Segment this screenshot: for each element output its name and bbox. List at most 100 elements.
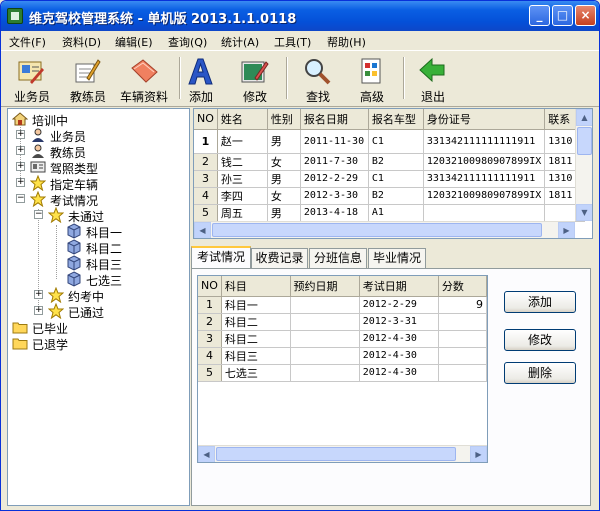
exit-button[interactable]: 退出 bbox=[405, 54, 461, 106]
table-row[interactable]: 5 七选三 2012-4-30 bbox=[198, 364, 487, 382]
col-header[interactable]: 科目 bbox=[221, 276, 291, 297]
cell-booking-date[interactable] bbox=[290, 296, 360, 314]
menu-tools[interactable]: 工具(T) bbox=[274, 34, 311, 50]
cell-name[interactable]: 李四 bbox=[217, 187, 268, 205]
horizontal-scrollbar[interactable]: ◀ ▶ bbox=[198, 445, 487, 462]
delete-exam-button[interactable]: 删除 bbox=[504, 362, 576, 384]
close-button[interactable]: × bbox=[575, 5, 596, 26]
scroll-thumb[interactable] bbox=[216, 447, 456, 461]
cell-name[interactable]: 周五 bbox=[217, 204, 268, 222]
col-header[interactable]: NO bbox=[198, 276, 222, 297]
menu-edit[interactable]: 编辑(E) bbox=[115, 34, 153, 50]
scroll-right-button[interactable]: ▶ bbox=[470, 446, 487, 462]
scroll-left-button[interactable]: ◀ bbox=[194, 222, 211, 238]
cell-gender[interactable]: 男 bbox=[267, 204, 301, 222]
cell-type[interactable]: B2 bbox=[368, 153, 424, 171]
cell-name[interactable]: 赵一 bbox=[217, 129, 268, 154]
cell-type[interactable]: C1 bbox=[368, 129, 424, 154]
cell-booking-date[interactable] bbox=[290, 330, 360, 348]
menu-help[interactable]: 帮助(H) bbox=[327, 34, 366, 50]
expand-icon[interactable]: + bbox=[34, 290, 43, 299]
cell-name[interactable]: 钱二 bbox=[217, 153, 268, 171]
table-row[interactable]: 2 钱二 女 2011-7-30 B2 12032100980907899IX … bbox=[194, 153, 586, 171]
cell-date[interactable]: 2013-4-18 bbox=[300, 204, 369, 222]
find-button[interactable]: 查找 bbox=[290, 54, 346, 106]
col-header[interactable]: NO bbox=[194, 109, 218, 130]
cell-gender[interactable]: 女 bbox=[267, 187, 301, 205]
scroll-left-button[interactable]: ◀ bbox=[198, 446, 215, 462]
exams-grid[interactable]: NO 科目 预约日期 考试日期 分数 1 科目一 2012-2-29 9 2 科… bbox=[197, 275, 488, 463]
table-row[interactable]: 4 科目三 2012-4-30 bbox=[198, 347, 487, 365]
cell-id[interactable]: 331342111111111911 bbox=[423, 129, 546, 154]
cell-booking-date[interactable] bbox=[290, 364, 360, 382]
table-row[interactable]: 2 科目二 2012-3-31 bbox=[198, 313, 487, 331]
col-header[interactable]: 报名车型 bbox=[368, 109, 424, 130]
cell-score[interactable] bbox=[438, 364, 487, 382]
cell-name[interactable]: 孙三 bbox=[217, 170, 268, 188]
expand-icon[interactable]: + bbox=[16, 162, 25, 171]
scroll-up-button[interactable]: ▲ bbox=[576, 109, 592, 126]
scroll-thumb[interactable] bbox=[577, 127, 592, 155]
table-row[interactable]: 1 赵一 男 2011-11-30 C1 331342111111111911 … bbox=[194, 129, 586, 154]
students-grid[interactable]: NO 姓名 性别 报名日期 报名车型 身份证号 联系 1 赵一 男 2011-1… bbox=[193, 108, 593, 239]
cell-id[interactable]: 331342111111111911 bbox=[423, 170, 546, 188]
cell-subject[interactable]: 科目二 bbox=[221, 313, 291, 331]
table-row[interactable]: 4 李四 女 2012-3-30 B2 12032100980907899IX … bbox=[194, 187, 586, 205]
add-exam-button[interactable]: 添加 bbox=[504, 291, 576, 313]
col-header[interactable]: 报名日期 bbox=[300, 109, 369, 130]
table-row[interactable]: 3 孙三 男 2012-2-29 C1 331342111111111911 1… bbox=[194, 170, 586, 188]
horizontal-scrollbar[interactable]: ◀ ▶ bbox=[194, 221, 575, 238]
cell-booking-date[interactable] bbox=[290, 347, 360, 365]
cell-exam-date[interactable]: 2012-4-30 bbox=[359, 330, 439, 348]
table-row[interactable]: 1 科目一 2012-2-29 9 bbox=[198, 296, 487, 314]
table-row[interactable]: 3 科目二 2012-4-30 bbox=[198, 330, 487, 348]
cell-gender[interactable]: 男 bbox=[267, 129, 301, 154]
title-bar[interactable]: 维克驾校管理系统 - 单机版 2013.1.1.0118 _ □ × bbox=[1, 1, 599, 31]
col-header[interactable]: 分数 bbox=[438, 276, 487, 297]
col-header[interactable]: 预约日期 bbox=[290, 276, 360, 297]
cell-type[interactable]: A1 bbox=[368, 204, 424, 222]
cell-booking-date[interactable] bbox=[290, 313, 360, 331]
cell-subject[interactable]: 七选三 bbox=[221, 364, 291, 382]
category-tree[interactable]: 培训中 + 业务员 + 教练员 + 驾照类型 + 指定车辆 − 考试情况 − 未… bbox=[7, 108, 190, 506]
cell-score[interactable] bbox=[438, 347, 487, 365]
menu-data[interactable]: 资料(D) bbox=[62, 34, 101, 50]
cell-score[interactable]: 9 bbox=[438, 296, 487, 314]
collapse-icon[interactable]: − bbox=[34, 210, 43, 219]
cell-date[interactable]: 2012-3-30 bbox=[300, 187, 369, 205]
vertical-scrollbar[interactable]: ▲ ▼ bbox=[575, 109, 592, 221]
cell-id[interactable]: 12032100980907899IX bbox=[423, 153, 546, 171]
menu-file[interactable]: 文件(F) bbox=[9, 34, 46, 50]
table-row[interactable]: 5 周五 男 2013-4-18 A1 bbox=[194, 204, 586, 222]
expand-icon[interactable]: + bbox=[16, 130, 25, 139]
coach-button[interactable]: 教练员 bbox=[60, 54, 116, 106]
cell-score[interactable] bbox=[438, 313, 487, 331]
salesperson-button[interactable]: 业务员 bbox=[4, 54, 60, 106]
maximize-button[interactable]: □ bbox=[552, 5, 573, 26]
tab-graduation[interactable]: 毕业情况 bbox=[368, 248, 426, 268]
add-button[interactable]: 添加 bbox=[173, 54, 229, 106]
col-header[interactable]: 身份证号 bbox=[423, 109, 546, 130]
cell-id[interactable]: 12032100980907899IX bbox=[423, 187, 546, 205]
cell-score[interactable] bbox=[438, 330, 487, 348]
expand-icon[interactable]: + bbox=[16, 146, 25, 155]
cell-exam-date[interactable]: 2012-2-29 bbox=[359, 296, 439, 314]
cell-subject[interactable]: 科目二 bbox=[221, 330, 291, 348]
tab-class-info[interactable]: 分班信息 bbox=[309, 248, 367, 268]
scroll-thumb[interactable] bbox=[212, 223, 542, 237]
cell-date[interactable]: 2011-7-30 bbox=[300, 153, 369, 171]
tab-exam-status[interactable]: 考试情况 bbox=[191, 246, 251, 269]
cell-exam-date[interactable]: 2012-4-30 bbox=[359, 347, 439, 365]
minimize-button[interactable]: _ bbox=[529, 5, 550, 26]
cell-type[interactable]: C1 bbox=[368, 170, 424, 188]
col-header[interactable]: 性别 bbox=[267, 109, 301, 130]
edit-exam-button[interactable]: 修改 bbox=[504, 329, 576, 351]
cell-date[interactable]: 2012-2-29 bbox=[300, 170, 369, 188]
vehicle-data-button[interactable]: 车辆资料 bbox=[113, 54, 175, 106]
col-header[interactable]: 考试日期 bbox=[359, 276, 439, 297]
menu-statistics[interactable]: 统计(A) bbox=[221, 34, 259, 50]
menu-query[interactable]: 查询(Q) bbox=[168, 34, 207, 50]
cell-date[interactable]: 2011-11-30 bbox=[300, 129, 369, 154]
cell-type[interactable]: B2 bbox=[368, 187, 424, 205]
cell-subject[interactable]: 科目一 bbox=[221, 296, 291, 314]
